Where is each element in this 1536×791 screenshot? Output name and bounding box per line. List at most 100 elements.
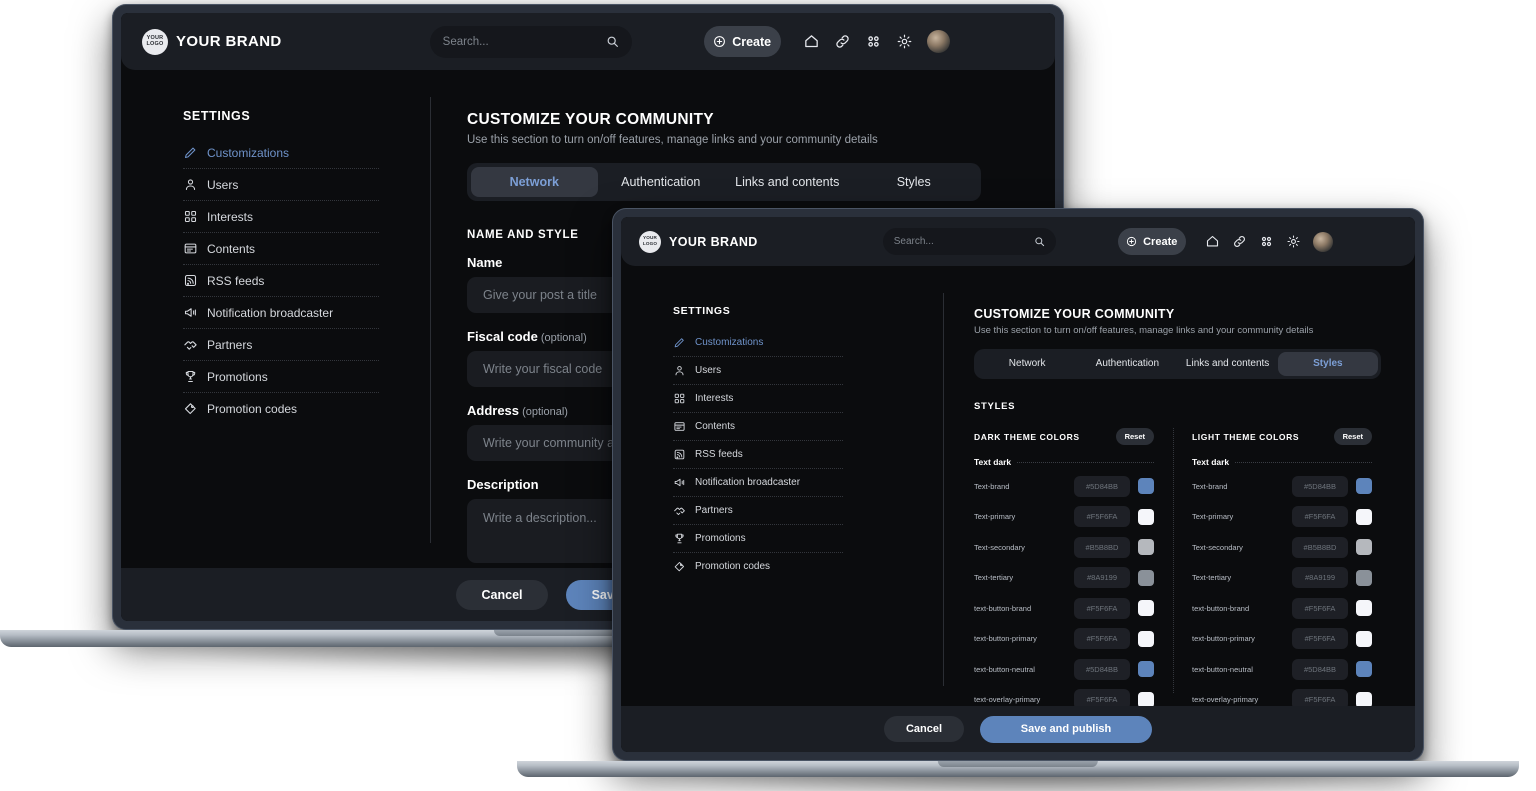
color-hex-input[interactable]: #F5F6FA <box>1292 628 1348 650</box>
color-hex-input[interactable]: #F5F6FA <box>1074 628 1130 650</box>
grid-icon[interactable] <box>1259 234 1274 249</box>
avatar[interactable] <box>1312 231 1333 252</box>
color-hex-input[interactable]: #8A9199 <box>1074 567 1130 589</box>
avatar[interactable] <box>926 30 950 53</box>
color-hex-input[interactable]: #B5B8BD <box>1074 536 1130 558</box>
front-laptop-screen: YOUR LOGO YOUR BRAND Search... Create SE… <box>621 217 1415 752</box>
reset-button[interactable]: Reset <box>1333 428 1372 445</box>
search-icon <box>606 35 619 48</box>
sidebar-item-rss-feeds[interactable]: RSS feeds <box>673 441 843 469</box>
search-input[interactable]: Search... <box>429 25 632 58</box>
color-hex-input[interactable]: #5D84BB <box>1292 658 1348 680</box>
tab-network[interactable]: Network <box>471 167 598 197</box>
cancel-button[interactable]: Cancel <box>884 716 964 742</box>
color-swatch[interactable] <box>1356 569 1372 586</box>
color-swatch[interactable] <box>1356 600 1372 617</box>
home-icon[interactable] <box>803 33 820 50</box>
brand-logo-icon: YOUR LOGO <box>639 230 661 253</box>
color-group-label: Text dark <box>974 457 1012 467</box>
save-and-publish-button[interactable]: Save and publish <box>980 715 1152 743</box>
tab-network[interactable]: Network <box>977 352 1077 376</box>
sidebar-item-promotion-codes[interactable]: Promotion codes <box>673 553 843 580</box>
tab-links-and-contents[interactable]: Links and contents <box>724 167 851 197</box>
color-hex-input[interactable]: #F5F6FA <box>1292 506 1348 528</box>
color-hex-input[interactable]: #F5F6FA <box>1074 506 1130 528</box>
sidebar-item-notification-broadcaster[interactable]: Notification broadcaster <box>673 469 843 497</box>
sidebar-item-users[interactable]: Users <box>183 169 379 201</box>
color-hex-input[interactable]: #5D84BB <box>1074 658 1130 680</box>
color-token-name: Text-secondary <box>1192 542 1243 552</box>
color-swatch[interactable] <box>1138 508 1154 525</box>
tab-styles[interactable]: Styles <box>1277 352 1378 376</box>
front-sidebar-items: Customizations Users Interests Contents RSS … <box>673 329 843 580</box>
sidebar-item-interests[interactable]: Interests <box>183 201 379 233</box>
tab-styles[interactable]: Styles <box>851 167 978 197</box>
link-icon[interactable] <box>1232 234 1247 249</box>
link-icon[interactable] <box>834 33 851 50</box>
color-row: Text-brand #5D84BB <box>1192 471 1372 502</box>
tag-icon <box>183 401 198 416</box>
sidebar-item-customizations[interactable]: Customizations <box>673 329 843 357</box>
reset-button[interactable]: Reset <box>1115 428 1154 445</box>
megaphone-icon <box>183 305 198 320</box>
sidebar-item-promotion-codes[interactable]: Promotion codes <box>183 393 379 424</box>
color-hex-input[interactable]: #5D84BB <box>1074 475 1130 497</box>
color-hex-input[interactable]: #B5B8BD <box>1292 536 1348 558</box>
sidebar-item-interests[interactable]: Interests <box>673 385 843 413</box>
theme-column-title: LIGHT THEME COLORS <box>1192 431 1300 442</box>
sidebar-item-rss-feeds[interactable]: RSS feeds <box>183 265 379 297</box>
squares-icon <box>183 209 198 224</box>
tab-authentication[interactable]: Authentication <box>1077 352 1177 376</box>
theme-column-header: DARK THEME COLORS Reset <box>974 428 1154 445</box>
color-swatch[interactable] <box>1356 630 1372 647</box>
color-swatch[interactable] <box>1356 478 1372 495</box>
sidebar-item-label: Promotion codes <box>207 401 298 416</box>
sidebar-item-label: Contents <box>207 241 256 256</box>
color-swatch[interactable] <box>1138 539 1154 556</box>
search-input[interactable]: Search... <box>882 228 1056 255</box>
tab-authentication[interactable]: Authentication <box>598 167 725 197</box>
sidebar-item-promotions[interactable]: Promotions <box>183 361 379 393</box>
color-swatch[interactable] <box>1138 569 1154 586</box>
color-swatch[interactable] <box>1138 600 1154 617</box>
sidebar-item-partners[interactable]: Partners <box>183 329 379 361</box>
back-brand[interactable]: YOUR LOGO YOUR BRAND <box>142 28 282 55</box>
color-swatch[interactable] <box>1138 661 1154 678</box>
color-group-header: Text dark <box>974 457 1154 467</box>
sidebar-item-partners[interactable]: Partners <box>673 497 843 525</box>
color-hex-input[interactable]: #5D84BB <box>1292 475 1348 497</box>
create-button[interactable]: Create <box>1117 228 1186 255</box>
tab-links-and-contents[interactable]: Links and contents <box>1178 352 1278 376</box>
gear-icon[interactable] <box>1286 234 1301 249</box>
sidebar-item-customizations[interactable]: Customizations <box>183 137 379 169</box>
color-row: text-button-brand #F5F6FA <box>974 593 1154 624</box>
article-icon <box>673 420 686 433</box>
grid-icon[interactable] <box>865 33 882 50</box>
pencil-icon <box>673 336 686 349</box>
sidebar-item-label: Users <box>695 365 722 376</box>
color-swatch[interactable] <box>1138 630 1154 647</box>
sidebar-item-contents[interactable]: Contents <box>673 413 843 441</box>
front-brand[interactable]: YOUR LOGO YOUR BRAND <box>639 230 758 253</box>
sidebar-item-notification-broadcaster[interactable]: Notification broadcaster <box>183 297 379 329</box>
sidebar-item-promotions[interactable]: Promotions <box>673 525 843 553</box>
cancel-button[interactable]: Cancel <box>456 579 548 610</box>
gear-icon[interactable] <box>896 33 913 50</box>
sidebar-item-label: Customizations <box>207 145 290 160</box>
home-icon[interactable] <box>1205 234 1220 249</box>
color-swatch[interactable] <box>1356 539 1372 556</box>
sidebar-item-contents[interactable]: Contents <box>183 233 379 265</box>
color-hex-input[interactable]: #8A9199 <box>1292 567 1348 589</box>
color-swatch[interactable] <box>1356 661 1372 678</box>
color-hex-input[interactable]: #F5F6FA <box>1074 597 1130 619</box>
theme-column-title: DARK THEME COLORS <box>974 431 1080 442</box>
sidebar-item-label: Promotions <box>207 369 268 384</box>
color-hex-input[interactable]: #F5F6FA <box>1292 597 1348 619</box>
page-title: CUSTOMIZE YOUR COMMUNITY <box>467 111 714 128</box>
color-swatch[interactable] <box>1356 508 1372 525</box>
color-row: Text-primary #F5F6FA <box>1192 502 1372 533</box>
sidebar-item-users[interactable]: Users <box>673 357 843 385</box>
color-swatch[interactable] <box>1138 478 1154 495</box>
cancel-button-label: Cancel <box>905 723 943 735</box>
create-button[interactable]: Create <box>703 26 781 57</box>
